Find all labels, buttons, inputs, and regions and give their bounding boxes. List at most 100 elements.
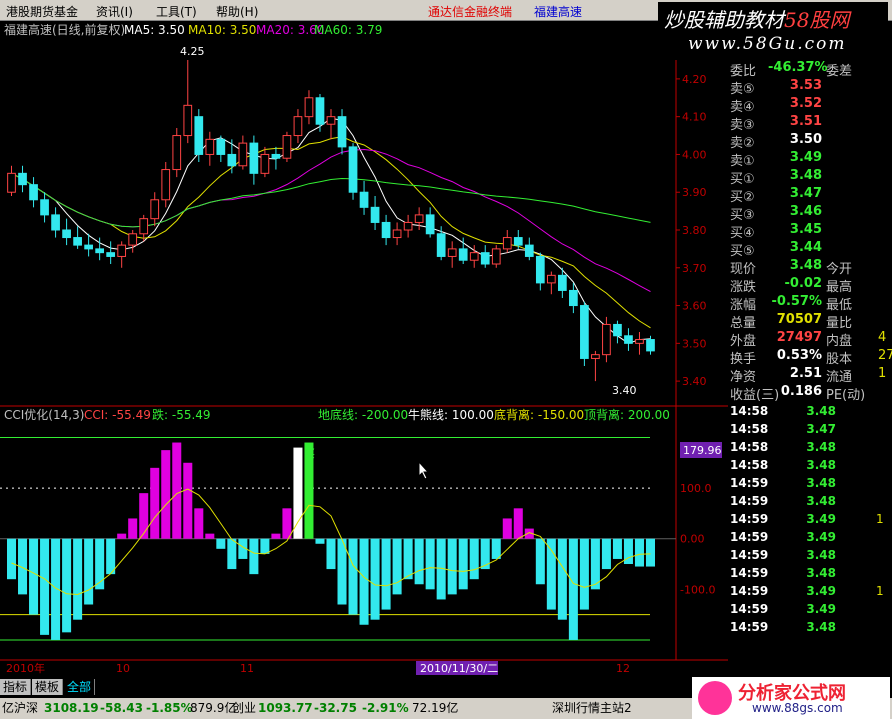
cursor-date: 2010/11/30/二 (420, 662, 498, 675)
cci-tick-label: 0.00 (680, 533, 705, 546)
candle-body (51, 214, 60, 231)
candle-body (414, 214, 424, 223)
bull-bear-line-label: 牛熊线: 100.00 (408, 407, 494, 422)
tick-time: 14:59 (730, 566, 769, 580)
price-tick-label: 3.80 (682, 224, 707, 237)
logo-88gs: 分析家公式网 www.88gs.com (692, 677, 890, 719)
watermark-text-a: 炒股辅助教材 (664, 8, 784, 32)
candle-body (569, 289, 578, 307)
status-station[interactable]: 深圳行情主站2 (552, 698, 632, 719)
tick-row: 14:59 3.49 (728, 530, 892, 548)
price-tick-label: 3.70 (682, 262, 707, 275)
menu-item-help[interactable]: 帮助(H) (216, 3, 258, 20)
status-sz-pct: -1.85% (146, 701, 193, 715)
quote-row: 涨跌 -0.02 最高 (728, 276, 892, 295)
quote-row: 收益(三) 0.186 PE(动) (728, 384, 892, 403)
price-tick-label: 4.00 (682, 148, 707, 161)
tick-row: 14:59 3.49 1 (728, 584, 892, 602)
candle-body (7, 172, 16, 193)
cci-bar (84, 538, 94, 605)
menu-item-info[interactable]: 资讯(I) (96, 3, 133, 20)
watermark-url: www.58Gu.com (688, 34, 847, 54)
quote-value: 3.48 (789, 168, 822, 183)
tick-price: 3.48 (806, 404, 836, 418)
candle-body (238, 142, 248, 167)
cci-bar (612, 538, 622, 559)
candle-body (425, 214, 435, 235)
ma20-line (11, 148, 651, 293)
tick-time: 14:59 (730, 620, 769, 634)
cci-bar (216, 538, 226, 549)
app-title: 通达信金融终端 (428, 5, 513, 19)
candle-body (381, 221, 391, 239)
cci-bar (282, 508, 292, 539)
candle-body (436, 233, 446, 257)
menu-item-tools[interactable]: 工具(T) (156, 3, 197, 20)
cci-header: CCI优化(14,3) (4, 408, 84, 422)
quote-value: 27497 (776, 330, 822, 345)
cci-bar (271, 533, 281, 539)
buy-marker: 买 (304, 447, 315, 460)
tick-row: 14:59 3.48 (728, 620, 892, 638)
price-tick-label: 4.10 (682, 111, 707, 124)
candle-body (128, 233, 138, 246)
candle-body (392, 229, 402, 239)
candle-body (205, 138, 215, 155)
candle-body (139, 218, 149, 235)
tab-template[interactable]: 模板 (32, 679, 64, 695)
candle-body (249, 142, 259, 174)
cci-tick-label: -100.0 (680, 583, 715, 596)
candle-body (337, 116, 347, 148)
status-cy-amount: 72.19亿 (412, 701, 459, 715)
quote-label-2: 量比 (826, 316, 853, 331)
cci-value-label: CCI: -55.49 (84, 408, 151, 422)
cci-bar (315, 538, 325, 544)
logo-url: www.88gs.com (752, 701, 843, 715)
cci-bar (194, 508, 204, 539)
quote-value: 3.50 (789, 132, 822, 147)
candle-body (150, 199, 160, 220)
quote-label-2: 股本 (826, 352, 853, 367)
quote-label: 总量 (730, 316, 757, 331)
candle-body (558, 274, 567, 291)
candle-body (370, 206, 380, 223)
tick-time: 14:58 (730, 404, 769, 418)
cci-bar (370, 538, 380, 620)
tick-price: 3.48 (806, 476, 836, 490)
cci-bar (7, 538, 17, 580)
x-label-year: 2010年 (6, 661, 45, 675)
tick-price: 3.49 (806, 584, 836, 598)
candle-body (304, 97, 314, 118)
quote-label: 卖⑤ (730, 82, 755, 97)
mouse-cursor-icon (418, 461, 430, 480)
quote-value: 2.51 (789, 366, 822, 381)
candle-body (646, 339, 655, 352)
tab-all[interactable]: 全部 (64, 679, 96, 695)
tick-time: 14:59 (730, 494, 769, 508)
tick-price: 3.48 (806, 548, 836, 562)
quote-label: 外盘 (730, 334, 757, 349)
cci-bar (579, 538, 589, 610)
cci-bar (73, 538, 83, 620)
cci-bar (359, 538, 369, 625)
tick-time: 14:58 (730, 458, 769, 472)
bottom-divergence-label: 底背离: -150.00 (494, 407, 584, 422)
x-label-nov: 11 (240, 662, 254, 675)
candle-body (469, 252, 479, 261)
cci-bar (106, 538, 116, 575)
quote-label-2: PE(动) (826, 388, 866, 403)
quote-row: 买② 3.47 (728, 186, 892, 205)
quote-row: 买④ 3.45 (728, 222, 892, 241)
chart-area[interactable]: 4.204.104.003.903.803.703.603.503.40 100… (0, 20, 728, 679)
quote-value: 3.48 (789, 258, 822, 273)
tab-indicator[interactable]: 指标 (0, 679, 32, 695)
cci-bar (557, 538, 567, 620)
quote-label: 买① (730, 172, 755, 187)
quote-value: 3.53 (789, 78, 822, 93)
quote-row: 卖③ 3.51 (728, 114, 892, 133)
logo-icon (698, 681, 732, 715)
cci-bar (128, 518, 138, 539)
status-sz-change: -58.43 (100, 701, 143, 715)
menu-item-hk[interactable]: 港股期货基金 (6, 3, 78, 20)
cci-bar (326, 538, 336, 570)
